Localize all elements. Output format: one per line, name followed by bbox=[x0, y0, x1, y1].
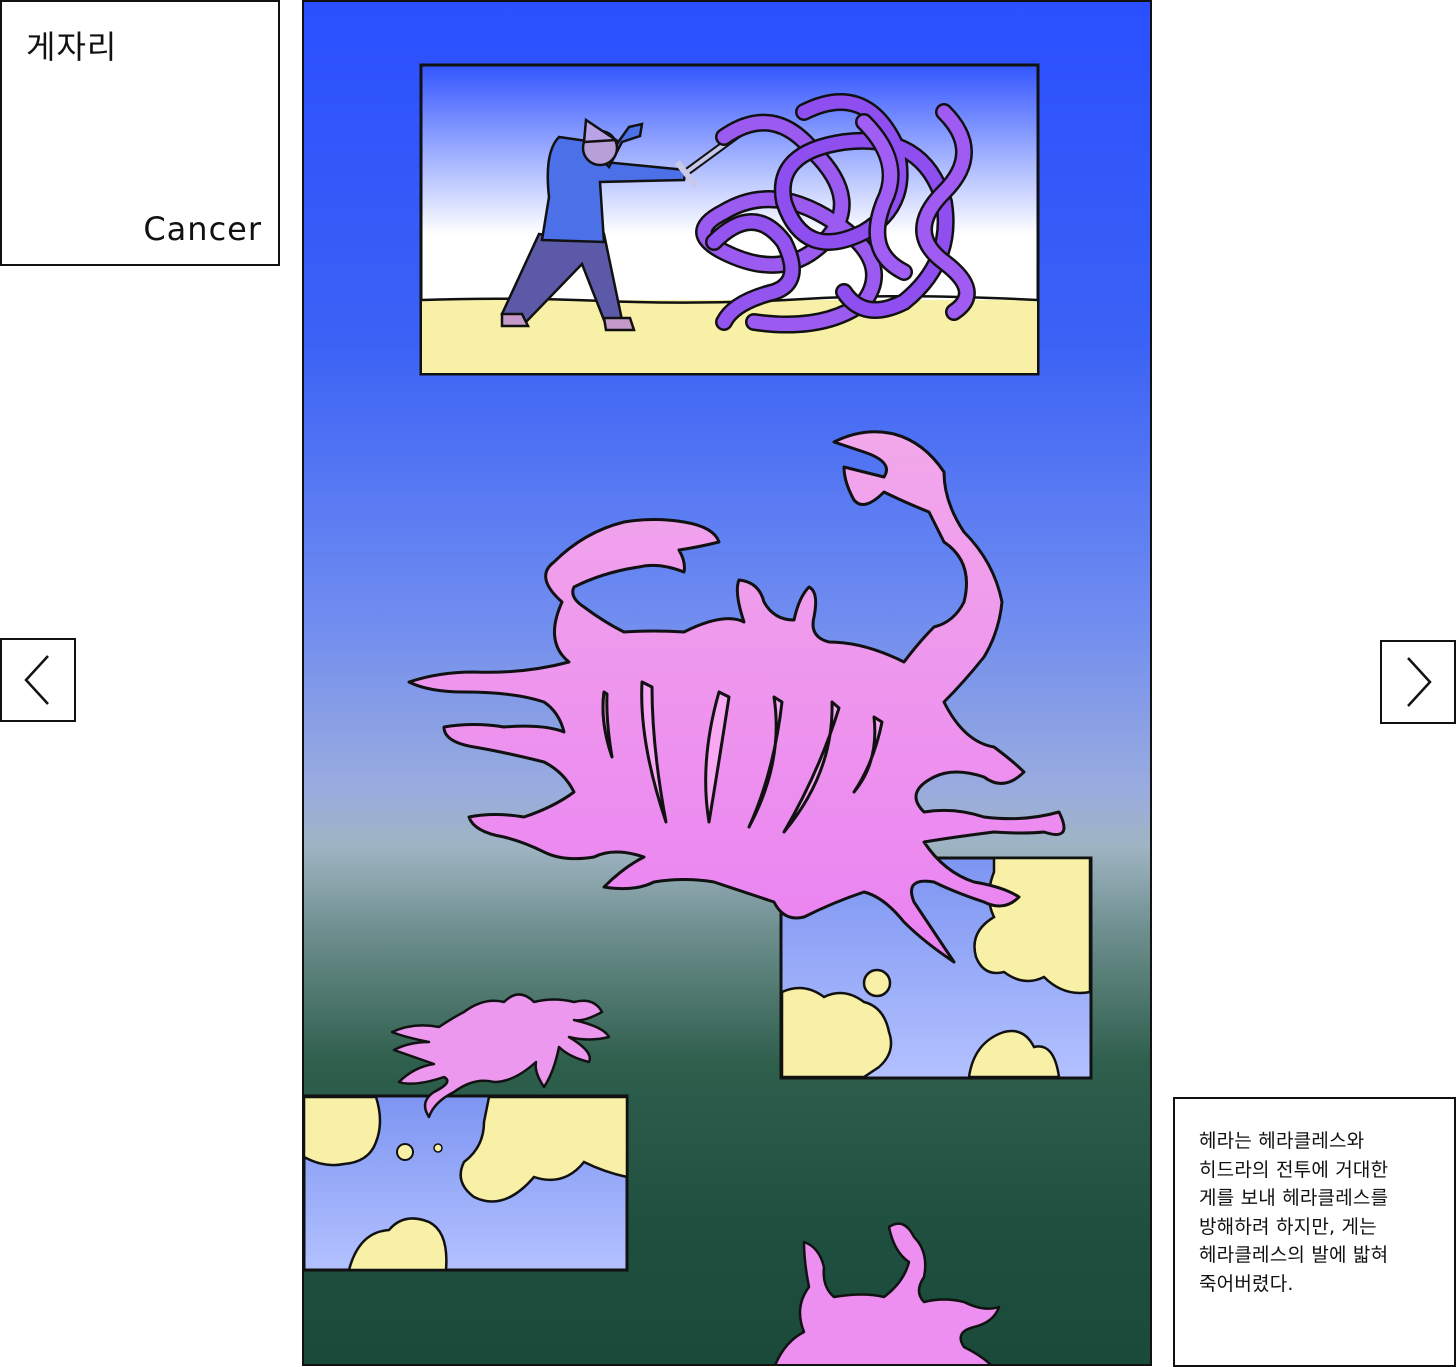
cloud-panel-left bbox=[304, 1094, 629, 1272]
title-english: Cancer bbox=[143, 210, 262, 248]
chevron-right-icon bbox=[1407, 657, 1432, 707]
next-button[interactable] bbox=[1380, 640, 1456, 724]
illustration bbox=[302, 0, 1152, 1366]
giant-crab bbox=[407, 430, 1066, 964]
hydra-battle-panel bbox=[419, 63, 1040, 376]
illustration-canvas bbox=[304, 63, 1093, 1364]
prev-button[interactable] bbox=[0, 638, 76, 722]
chevron-left-icon bbox=[24, 655, 49, 705]
title-card: 게자리 Cancer bbox=[0, 0, 280, 266]
caption-card: 헤라는 헤라클레스와 히드라의 전투에 거대한 게를 보내 헤라클레스를 방해하… bbox=[1173, 1097, 1456, 1367]
title-korean: 게자리 bbox=[26, 28, 118, 66]
caption-text: 헤라는 헤라클레스와 히드라의 전투에 거대한 게를 보내 헤라클레스를 방해하… bbox=[1199, 1130, 1389, 1295]
bottom-crab bbox=[774, 1222, 1001, 1364]
